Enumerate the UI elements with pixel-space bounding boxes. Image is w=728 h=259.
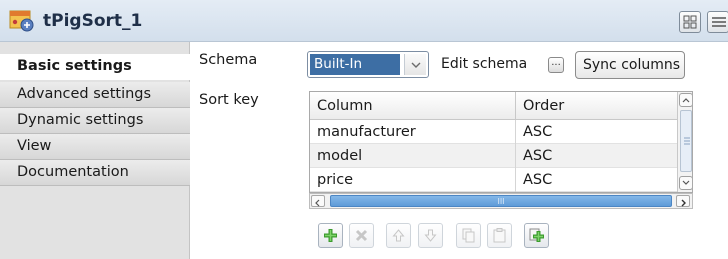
schema-label: Schema bbox=[199, 52, 258, 68]
copy-button[interactable] bbox=[456, 223, 481, 248]
edit-schema-button[interactable]: ... bbox=[548, 57, 564, 73]
chevron-down-icon[interactable] bbox=[404, 54, 426, 75]
schema-selected-value: Built-In bbox=[310, 54, 400, 75]
schema-select[interactable]: Built-In bbox=[307, 51, 429, 78]
horizontal-scroll-thumb[interactable]: III bbox=[330, 195, 672, 207]
paste-icon bbox=[493, 228, 506, 243]
horizontal-scrollbar[interactable]: III bbox=[309, 193, 693, 209]
copy-icon bbox=[462, 228, 475, 243]
nav-item-basic-settings[interactable]: Basic settings bbox=[0, 54, 190, 80]
scroll-left-arrow-icon[interactable] bbox=[311, 195, 325, 207]
import-button[interactable] bbox=[524, 223, 549, 248]
move-down-icon bbox=[424, 229, 437, 242]
move-down-button[interactable] bbox=[418, 223, 443, 248]
scroll-right-arrow-icon[interactable] bbox=[676, 195, 690, 207]
table-header: Column Order bbox=[310, 92, 692, 120]
edit-schema-label: Edit schema bbox=[441, 56, 528, 72]
scroll-down-arrow-icon[interactable] bbox=[679, 176, 692, 190]
table-row[interactable]: manufacturer ASC bbox=[310, 120, 677, 144]
scroll-grip: III bbox=[497, 197, 505, 206]
row-order-cell[interactable]: ASC bbox=[515, 144, 677, 168]
add-row-button[interactable] bbox=[318, 223, 343, 248]
paste-button[interactable] bbox=[487, 223, 512, 248]
nav-item-view[interactable]: View bbox=[0, 134, 190, 160]
pig-component-icon bbox=[9, 10, 34, 32]
list-view-button[interactable] bbox=[707, 11, 728, 33]
sync-columns-button[interactable]: Sync columns bbox=[575, 51, 685, 79]
component-title: tPigSort_1 bbox=[43, 11, 143, 31]
row-column-cell[interactable]: model bbox=[310, 144, 515, 168]
component-title-bar: tPigSort_1 bbox=[0, 0, 728, 42]
row-order-cell[interactable]: ASC bbox=[515, 120, 677, 144]
nav-item-documentation[interactable]: Documentation bbox=[0, 160, 190, 186]
remove-icon bbox=[355, 229, 368, 242]
scroll-up-arrow-icon[interactable] bbox=[679, 93, 692, 107]
row-order-cell[interactable]: ASC bbox=[515, 168, 677, 192]
list-view-icon bbox=[712, 17, 726, 27]
move-up-button[interactable] bbox=[386, 223, 411, 248]
column-header-order[interactable]: Order bbox=[515, 92, 677, 120]
vertical-scrollbar[interactable] bbox=[677, 92, 692, 192]
table-row[interactable]: model ASC bbox=[310, 144, 677, 168]
settings-nav: Basic settings Advanced settings Dynamic… bbox=[0, 42, 190, 259]
import-icon bbox=[529, 228, 544, 242]
grid-view-icon bbox=[683, 15, 697, 29]
add-icon bbox=[324, 229, 337, 242]
table-row[interactable]: price ASC bbox=[310, 168, 677, 192]
row-column-cell[interactable]: price bbox=[310, 168, 515, 192]
sort-key-label: Sort key bbox=[199, 92, 259, 108]
nav-item-advanced-settings[interactable]: Advanced settings bbox=[0, 82, 190, 108]
move-up-icon bbox=[392, 229, 405, 242]
column-header-column[interactable]: Column bbox=[310, 92, 515, 120]
nav-item-dynamic-settings[interactable]: Dynamic settings bbox=[0, 108, 190, 134]
remove-row-button[interactable] bbox=[349, 223, 374, 248]
row-column-cell[interactable]: manufacturer bbox=[310, 120, 515, 144]
layout-view-button[interactable] bbox=[679, 11, 701, 33]
vertical-scroll-thumb[interactable] bbox=[680, 110, 692, 172]
sort-key-table: Column Order manufacturer ASC model ASC … bbox=[309, 91, 693, 193]
